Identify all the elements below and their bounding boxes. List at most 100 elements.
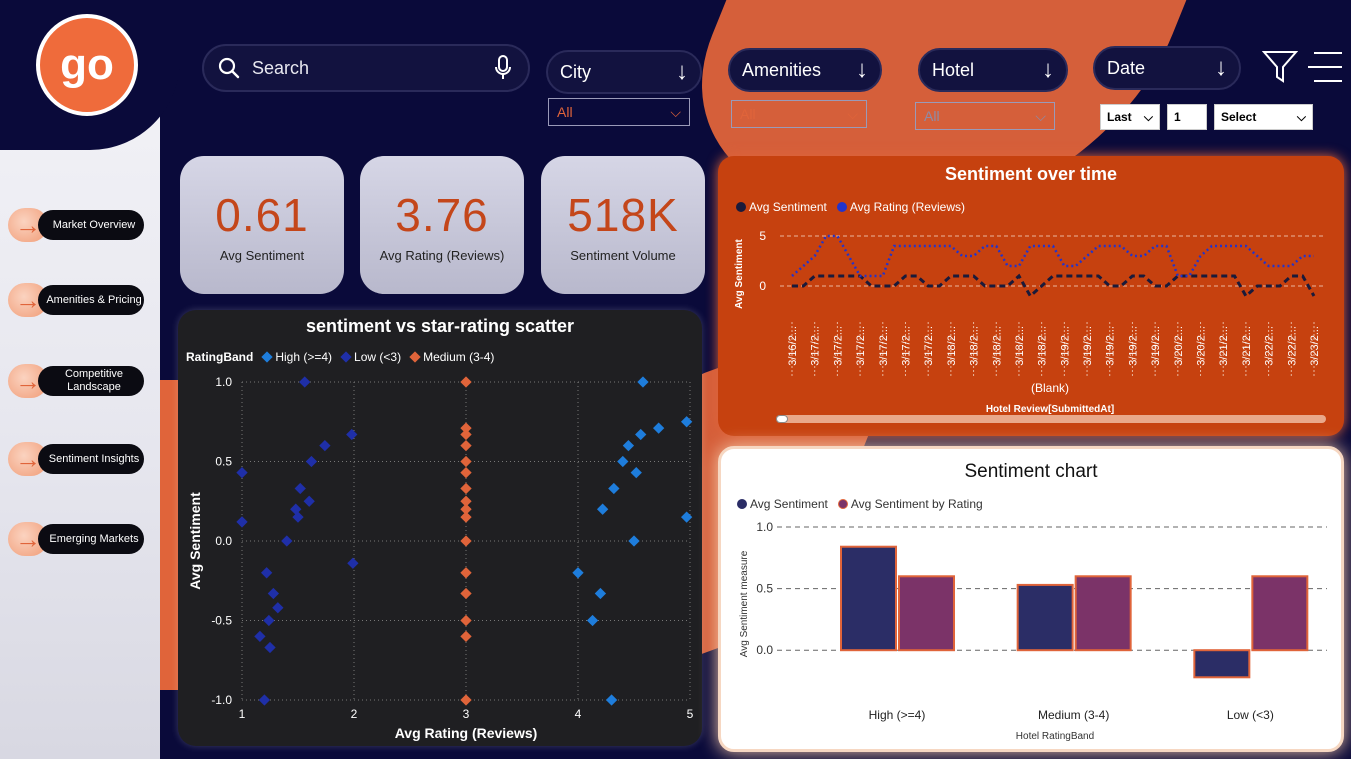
kpi-value: 518K xyxy=(567,188,679,241)
scatter-point xyxy=(272,602,284,614)
amenities-slicer[interactable]: Amenities ↓ xyxy=(728,48,882,92)
x-tick-label: 3/23/2... xyxy=(1309,326,1321,366)
hotel-value: All xyxy=(924,108,940,124)
arrow-down-icon: ↓ xyxy=(1042,56,1054,83)
date-count-input[interactable]: 1 xyxy=(1167,104,1207,130)
scatter-point xyxy=(236,466,248,479)
x-tick-label: 3/19/2... xyxy=(1059,326,1071,366)
scrollbar[interactable] xyxy=(776,415,1326,423)
kpi-label: Avg Rating (Reviews) xyxy=(379,247,505,263)
x-tick-label: 1 xyxy=(239,707,246,721)
scatter-point xyxy=(460,694,472,706)
x-tick-label: 4 xyxy=(575,707,582,721)
nav-emerging-markets[interactable]: → Emerging Markets xyxy=(8,522,146,556)
scatter-point xyxy=(596,503,609,515)
kpi-sentiment-volume: 518K Sentiment Volume xyxy=(541,156,705,294)
line-chart: 5 0 Avg Sentiment 3/16/2... 3/17/2... 3/17/2.… xyxy=(734,229,1326,415)
scrollbar-thumb[interactable] xyxy=(776,415,788,423)
microphone-icon[interactable] xyxy=(492,55,514,81)
city-value: All xyxy=(557,104,573,120)
search-placeholder: Search xyxy=(252,57,310,78)
scatter-panel: sentiment vs star-rating scatter RatingB… xyxy=(178,310,702,746)
kpi-value: 0.61 xyxy=(215,188,309,241)
x-tick-label: 3/18/2... xyxy=(1014,326,1026,366)
scatter-point xyxy=(594,587,607,600)
scatter-point xyxy=(460,482,472,495)
city-dropdown[interactable]: All ⌵ xyxy=(548,98,690,126)
nav-label: Sentiment Insights xyxy=(38,444,144,474)
scatter-point xyxy=(460,511,472,523)
search-input[interactable]: Search xyxy=(202,44,530,92)
x-tick-label: 5 xyxy=(687,707,694,721)
bar xyxy=(1251,575,1309,652)
x-tick-label: 3/21/2... xyxy=(1241,326,1253,366)
x-tick-label: 3/18/2... xyxy=(946,326,958,366)
kpi-avg-rating: 3.76 Avg Rating (Reviews) xyxy=(360,156,524,294)
scatter-point xyxy=(260,567,273,579)
scatter-point xyxy=(460,439,472,452)
x-tick-label: 3/21/2... xyxy=(1218,326,1230,366)
scatter-point xyxy=(294,482,306,495)
nav-competitive-landscape[interactable]: → Competitive Landscape xyxy=(8,364,146,398)
scatter-point xyxy=(281,535,293,547)
scatter-point xyxy=(460,466,472,479)
bar xyxy=(1016,583,1074,652)
scatter-point xyxy=(347,557,359,569)
filter-icon[interactable] xyxy=(1262,50,1298,84)
x-axis-label: Hotel Review[SubmittedAt] xyxy=(986,404,1114,415)
scatter-point xyxy=(263,614,275,627)
hotel-label: Hotel xyxy=(932,59,975,80)
hotel-slicer[interactable]: Hotel ↓ xyxy=(918,48,1068,92)
hotel-dropdown[interactable]: All ⌵ xyxy=(915,102,1055,130)
bar xyxy=(840,545,897,652)
scatter-point xyxy=(628,535,640,547)
x-tick-label: 3/17/2... xyxy=(855,326,867,366)
y-tick-label: 1.0 xyxy=(215,375,232,389)
menu-icon[interactable] xyxy=(1306,50,1344,84)
scatter-point xyxy=(460,428,472,441)
scatter-point xyxy=(460,535,472,547)
amenities-label: Amenities xyxy=(742,59,822,80)
nav-sentiment-insights[interactable]: → Sentiment Insights xyxy=(8,442,146,476)
y-tick-label: 0 xyxy=(759,279,766,293)
nav-amenities-pricing[interactable]: → Amenities & Pricing xyxy=(8,283,146,317)
date-relative-select[interactable]: Last ⌵ xyxy=(1100,104,1160,130)
x-axis-label: (Blank) xyxy=(1031,381,1069,395)
scatter-point xyxy=(460,567,472,579)
x-axis-label: Hotel RatingBand xyxy=(1016,731,1094,742)
sentiment-over-time-panel: Sentiment over time Avg Sentiment Avg Ra… xyxy=(718,156,1344,436)
scatter-point xyxy=(680,416,693,428)
scatter-point xyxy=(319,439,331,452)
kpi-label: Avg Sentiment xyxy=(219,247,305,263)
line-series-1 xyxy=(791,234,1314,278)
x-tick-label: 3/17/2... xyxy=(923,326,935,366)
x-tick-label: 3/18/2... xyxy=(991,326,1003,366)
scatter-point xyxy=(635,428,647,441)
date-unit-select[interactable]: Select ⌵ xyxy=(1214,104,1313,130)
amenities-dropdown[interactable]: All ⌵ xyxy=(731,100,867,128)
y-tick-label: 5 xyxy=(759,229,766,243)
x-tick-label: 3/19/2... xyxy=(1150,326,1162,366)
city-slicer[interactable]: City ↓ xyxy=(546,50,702,94)
y-axis-label: Avg Sentiment xyxy=(187,492,203,590)
arrow-down-icon: ↓ xyxy=(1215,54,1227,81)
y-tick-label: 0.5 xyxy=(756,582,773,596)
scatter-point xyxy=(303,495,315,507)
date-relative-value: Last xyxy=(1107,110,1132,124)
scatter-point xyxy=(637,376,649,388)
x-tick-label: 3/22/2... xyxy=(1286,326,1298,366)
date-slicer[interactable]: Date ↓ xyxy=(1093,46,1241,90)
y-axis-label: Avg Sentiment xyxy=(734,239,745,309)
x-tick-label: 3/22/2... xyxy=(1264,326,1276,366)
x-tick-label: High (>=4) xyxy=(869,708,926,722)
x-tick-label: 3/20/2... xyxy=(1196,326,1208,366)
amenities-value: All xyxy=(740,106,756,122)
x-tick-label: 3/16/2... xyxy=(787,326,799,366)
bar xyxy=(898,575,955,652)
scatter-point xyxy=(236,516,248,528)
nav-market-overview[interactable]: → Market Overview xyxy=(8,208,146,242)
kpi-value: 3.76 xyxy=(395,188,489,241)
y-tick-label: 0.0 xyxy=(756,643,773,657)
city-label: City xyxy=(560,61,591,82)
x-tick-label: 3/19/2... xyxy=(1082,326,1094,366)
